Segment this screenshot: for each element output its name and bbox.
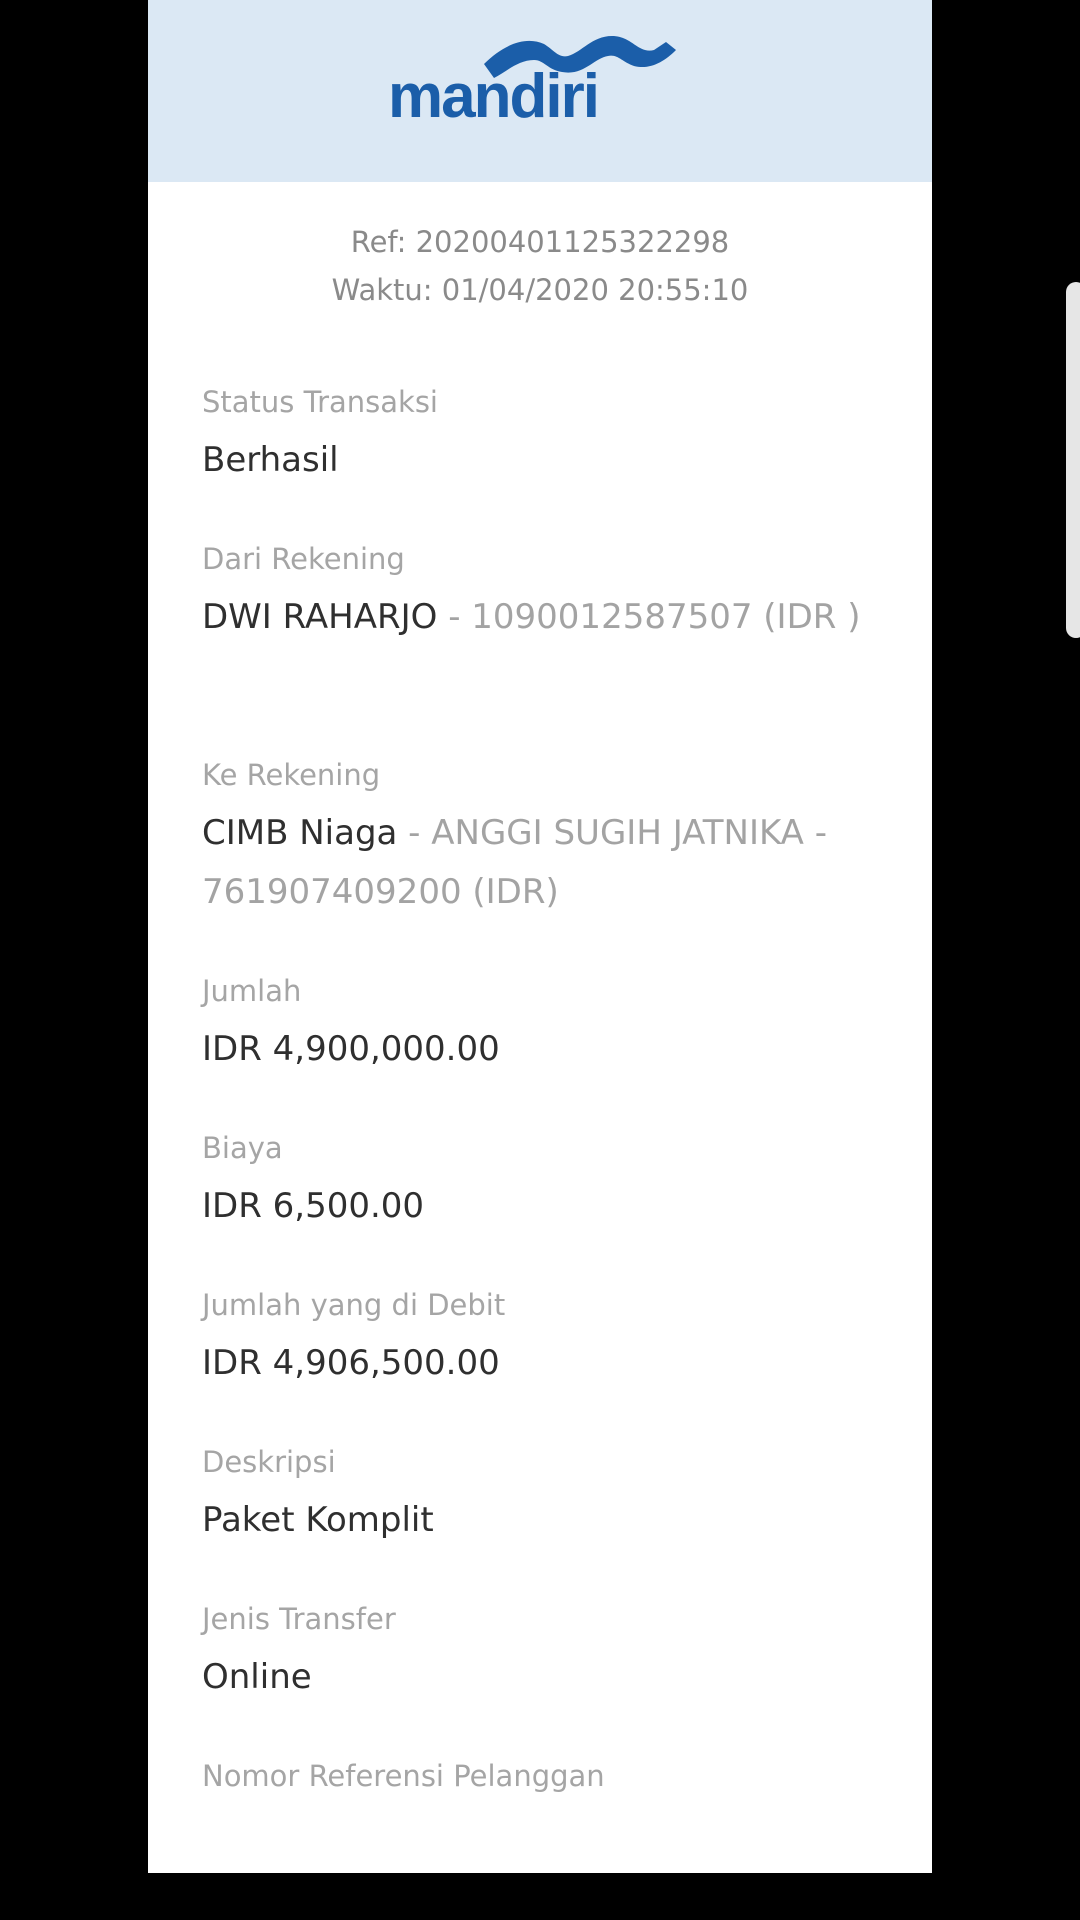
transfer-receipt: mandiri Ref: 20200401125322298 Waktu: 01… bbox=[148, 0, 932, 1873]
transfer-type-label: Jenis Transfer bbox=[202, 1602, 396, 1636]
field-debited: Jumlah yang di Debit IDR 4,906,500.00 bbox=[202, 1291, 882, 1393]
field-amount: Jumlah IDR 4,900,000.00 bbox=[202, 977, 882, 1079]
field-status: Status Transaksi Berhasil bbox=[202, 388, 882, 490]
edge-panel-handle[interactable] bbox=[1066, 282, 1080, 638]
from-account-detail: - 1090012587507 (IDR ) bbox=[437, 597, 861, 637]
debited-value: IDR 4,906,500.00 bbox=[202, 1343, 500, 1383]
from-account-value: DWI RAHARJO - 1090012587507 (IDR ) bbox=[202, 588, 882, 647]
logo-text: mandiri bbox=[388, 62, 600, 131]
from-account-name: DWI RAHARJO bbox=[202, 597, 438, 637]
field-customer-reference: Nomor Referensi Pelanggan bbox=[202, 1762, 882, 1791]
status-value: Berhasil bbox=[202, 440, 339, 480]
customer-reference-label: Nomor Referensi Pelanggan bbox=[202, 1759, 605, 1793]
reference-number: Ref: 20200401125322298 bbox=[350, 225, 730, 259]
amount-value: IDR 4,900,000.00 bbox=[202, 1029, 500, 1069]
to-account-bank: CIMB Niaga bbox=[202, 813, 398, 853]
field-description: Deskripsi Paket Komplit bbox=[202, 1448, 882, 1550]
fee-value: IDR 6,500.00 bbox=[202, 1186, 425, 1226]
mandiri-logo: mandiri bbox=[388, 28, 698, 138]
field-to-account: Ke Rekening CIMB Niaga - ANGGI SUGIH JAT… bbox=[202, 761, 882, 922]
transfer-type-value: Online bbox=[202, 1657, 312, 1697]
debited-label: Jumlah yang di Debit bbox=[202, 1288, 506, 1322]
amount-label: Jumlah bbox=[202, 974, 302, 1008]
to-account-value: CIMB Niaga - ANGGI SUGIH JATNIKA - 76190… bbox=[202, 804, 882, 922]
description-value: Paket Komplit bbox=[202, 1500, 434, 1540]
field-fee: Biaya IDR 6,500.00 bbox=[202, 1134, 882, 1236]
transaction-time: Waktu: 01/04/2020 20:55:10 bbox=[331, 273, 749, 307]
fee-label: Biaya bbox=[202, 1131, 283, 1165]
status-label: Status Transaksi bbox=[202, 385, 438, 419]
description-label: Deskripsi bbox=[202, 1445, 336, 1479]
to-account-label: Ke Rekening bbox=[202, 758, 381, 792]
field-transfer-type: Jenis Transfer Online bbox=[202, 1605, 882, 1707]
receipt-header: mandiri bbox=[148, 0, 932, 182]
field-from-account: Dari Rekening DWI RAHARJO - 109001258750… bbox=[202, 545, 882, 647]
from-account-label: Dari Rekening bbox=[202, 542, 405, 576]
